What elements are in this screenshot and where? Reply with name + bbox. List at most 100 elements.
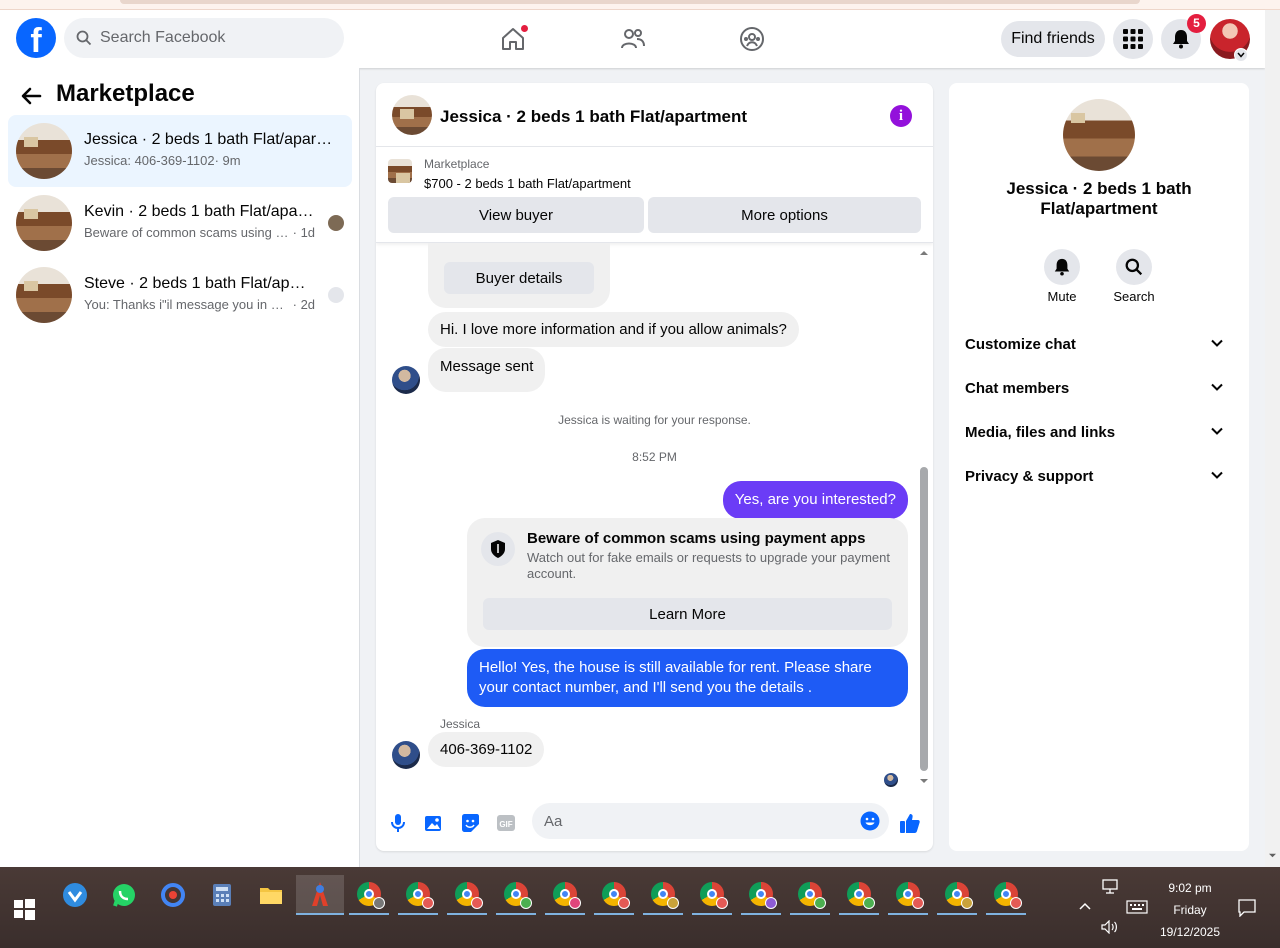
sticker-button[interactable] <box>458 811 482 835</box>
listing-price[interactable]: $700 - 2 beds 1 bath Flat/apartment <box>424 176 631 191</box>
facebook-logo-icon[interactable]: f <box>16 18 56 58</box>
taskbar-active-app[interactable] <box>296 875 344 915</box>
scroll-down-arrow-icon[interactable] <box>919 777 929 785</box>
facebook-header: f Find friends 5 <box>0 10 1265 68</box>
chat-listing-thumbnail[interactable] <box>392 95 432 135</box>
taskbar-chrome-3[interactable] <box>447 875 487 915</box>
like-send-button[interactable] <box>898 811 922 835</box>
chat-scrollbar[interactable] <box>919 249 929 789</box>
conversation-item-jessica[interactable]: Jessica · 2 beds 1 bath Flat/apartm... J… <box>8 115 352 187</box>
volume-icon[interactable] <box>1101 920 1119 934</box>
default-avatar-icon <box>328 287 344 303</box>
chevron-down-icon <box>1211 427 1223 435</box>
windows-start-icon[interactable] <box>12 897 36 921</box>
shield-icon <box>481 532 515 566</box>
taskbar-chrome-6[interactable] <box>594 875 634 915</box>
section-label: Media, files and links <box>965 424 1116 441</box>
view-buyer-button[interactable]: View buyer <box>388 197 644 233</box>
back-arrow-icon[interactable] <box>18 84 46 108</box>
chat-title[interactable]: Jessica · 2 beds 1 bath Flat/apartment <box>440 107 747 127</box>
taskbar-chrome-7[interactable] <box>643 875 683 915</box>
listing-banner: Marketplace $700 - 2 beds 1 bath Flat/ap… <box>376 147 933 243</box>
taskbar-chrome-10[interactable] <box>790 875 830 915</box>
privacy-support-section[interactable]: Privacy & support <box>957 455 1241 499</box>
taskbar-chrome-11[interactable] <box>839 875 879 915</box>
chat-panel: Jessica · 2 beds 1 bath Flat/apartment i… <box>376 83 933 851</box>
sender-avatar[interactable] <box>392 741 420 769</box>
taskbar-chrome-1[interactable] <box>349 875 389 915</box>
more-options-button[interactable]: More options <box>648 197 921 233</box>
taskbar-chrome-12[interactable] <box>888 875 928 915</box>
page-title: Marketplace <box>56 80 195 107</box>
friends-nav-button[interactable] <box>613 20 653 58</box>
taskbar-chrome-2[interactable] <box>398 875 438 915</box>
search-input[interactable] <box>100 18 330 58</box>
buyer-details-button[interactable]: Buyer details <box>444 262 594 294</box>
taskbar-chrome-5[interactable] <box>545 875 585 915</box>
emoji-icon[interactable] <box>860 811 880 831</box>
taskbar-chrome-9[interactable] <box>741 875 781 915</box>
message-input[interactable] <box>544 803 844 839</box>
section-label: Chat members <box>965 380 1070 397</box>
conversation-item-kevin[interactable]: Kevin · 2 beds 1 bath Flat/apart... Bewa… <box>8 187 352 259</box>
incoming-message: 406-369-1102 <box>428 732 545 767</box>
scam-warning-card: Beware of common scams using payment app… <box>467 518 908 647</box>
keyboard-icon[interactable] <box>1126 900 1148 914</box>
learn-more-button[interactable]: Learn More <box>483 598 892 630</box>
chrome-icon <box>406 882 434 909</box>
listing-small-thumbnail <box>388 159 412 183</box>
taskbar-calculator[interactable] <box>202 875 242 915</box>
search-icon <box>1125 258 1143 276</box>
notification-center-icon[interactable] <box>1238 899 1256 917</box>
show-hidden-icons-chevron-up-icon[interactable] <box>1079 902 1091 910</box>
message-input-box[interactable] <box>532 803 889 839</box>
find-friends-button[interactable]: Find friends <box>1001 21 1105 57</box>
page-scroll-down-arrow-icon[interactable] <box>1268 852 1277 859</box>
conversation-name: Steve · 2 beds 1 bath Flat/apart... <box>84 275 314 292</box>
lens-icon <box>161 883 185 907</box>
seen-avatar <box>328 215 344 231</box>
home-nav-button[interactable] <box>493 20 533 58</box>
page-scrollbar[interactable] <box>1265 10 1280 867</box>
listing-label: Marketplace <box>424 157 490 171</box>
groups-nav-button[interactable] <box>732 20 772 58</box>
system-clock[interactable]: 9:02 pm Friday 19/12/2025 <box>1150 877 1230 943</box>
info-icon[interactable]: i <box>890 105 912 127</box>
chat-scrollbar-thumb[interactable] <box>920 467 928 771</box>
search-in-chat-button[interactable] <box>1116 249 1152 285</box>
network-icon[interactable] <box>1101 879 1119 895</box>
taskbar-file-explorer[interactable] <box>251 875 291 915</box>
media-files-links-section[interactable]: Media, files and links <box>957 411 1241 455</box>
sender-avatar[interactable] <box>392 366 420 394</box>
app-icon <box>63 883 87 907</box>
menu-button[interactable] <box>1113 19 1153 59</box>
chrome-icon <box>700 882 728 909</box>
mute-button[interactable] <box>1044 249 1080 285</box>
taskbar-whatsapp[interactable] <box>104 875 144 915</box>
chrome-icon <box>945 882 973 909</box>
voice-clip-button[interactable] <box>386 811 410 835</box>
sticker-icon <box>462 814 479 832</box>
seen-indicator-avatar <box>884 773 898 787</box>
taskbar-chrome-8[interactable] <box>692 875 732 915</box>
chrome-icon <box>553 882 581 909</box>
account-menu-button[interactable] <box>1234 48 1248 62</box>
taskbar-chrome-14[interactable] <box>986 875 1026 915</box>
bell-icon <box>1054 258 1070 276</box>
taskbar-app-1[interactable] <box>55 875 95 915</box>
taskbar-google-lens[interactable] <box>153 875 193 915</box>
chat-members-section[interactable]: Chat members <box>957 367 1241 411</box>
taskbar-chrome-4[interactable] <box>496 875 536 915</box>
chrome-icon <box>994 882 1022 909</box>
microphone-icon <box>391 814 405 832</box>
sender-name: Jessica <box>440 717 481 731</box>
gif-icon: GIF <box>497 815 515 831</box>
details-listing-thumbnail[interactable] <box>1063 99 1135 171</box>
gif-button[interactable]: GIF <box>494 811 518 835</box>
conversation-item-steve[interactable]: Steve · 2 beds 1 bath Flat/apart... You:… <box>8 259 352 331</box>
customize-chat-section[interactable]: Customize chat <box>957 323 1241 367</box>
attach-photo-button[interactable] <box>422 811 446 835</box>
scroll-up-arrow-icon[interactable] <box>919 249 929 257</box>
taskbar-chrome-13[interactable] <box>937 875 977 915</box>
search-box[interactable] <box>64 18 344 58</box>
